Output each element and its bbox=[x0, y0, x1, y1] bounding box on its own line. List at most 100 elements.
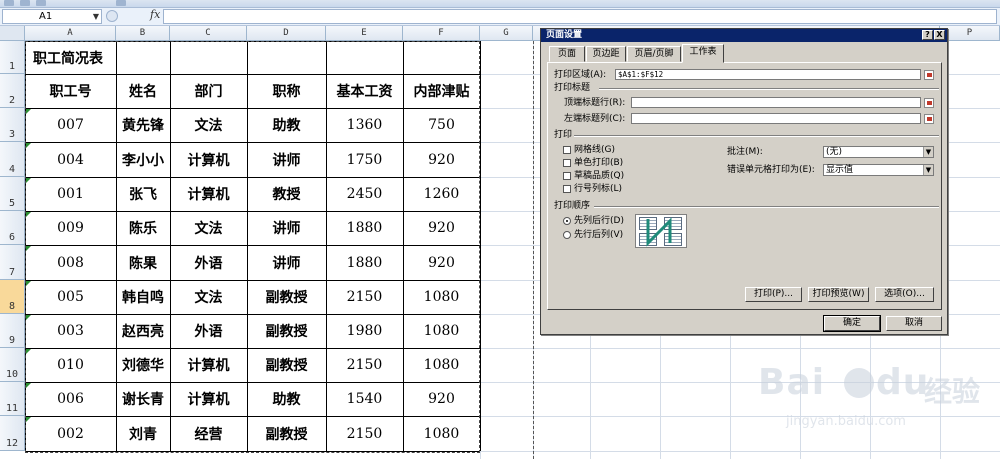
header-cell[interactable]: 职工号 bbox=[25, 74, 116, 108]
column-header[interactable]: B bbox=[116, 26, 170, 41]
table-cell[interactable]: 1880 bbox=[326, 211, 403, 245]
table-cell[interactable]: 张飞 bbox=[116, 177, 170, 211]
chevron-down-icon[interactable]: ▼ bbox=[93, 10, 99, 23]
over-then-down-radio[interactable] bbox=[563, 231, 571, 239]
table-cell[interactable]: 1750 bbox=[326, 142, 403, 177]
chevron-down-icon[interactable]: ▼ bbox=[923, 165, 933, 175]
table-cell[interactable]: 赵西亮 bbox=[116, 314, 170, 348]
table-cell[interactable]: 920 bbox=[403, 382, 480, 416]
table-cell[interactable]: 助教 bbox=[247, 382, 326, 416]
column-header[interactable]: C bbox=[170, 26, 247, 41]
table-cell[interactable]: 副教授 bbox=[247, 314, 326, 348]
table-cell[interactable]: 2150 bbox=[326, 280, 403, 314]
left-cols-input[interactable] bbox=[631, 113, 921, 124]
table-cell[interactable]: 001 bbox=[25, 177, 116, 211]
table-cell[interactable]: 1080 bbox=[403, 348, 480, 382]
table-cell[interactable]: 计算机 bbox=[170, 382, 247, 416]
table-cell[interactable]: 1080 bbox=[403, 280, 480, 314]
table-cell[interactable]: 外语 bbox=[170, 245, 247, 280]
error-indicator-icon[interactable] bbox=[26, 109, 31, 114]
row-header[interactable]: 9 bbox=[0, 314, 25, 348]
table-cell[interactable]: 1540 bbox=[326, 382, 403, 416]
table-cell[interactable]: 谢长青 bbox=[116, 382, 170, 416]
table-cell[interactable]: 002 bbox=[25, 416, 116, 451]
redo-icon[interactable] bbox=[36, 0, 46, 6]
column-header[interactable]: P bbox=[940, 26, 1000, 41]
row-header[interactable]: 10 bbox=[0, 348, 25, 382]
collapse-dialog-icon[interactable] bbox=[924, 114, 934, 124]
column-header[interactable]: E bbox=[326, 26, 403, 41]
table-cell[interactable]: 1980 bbox=[326, 314, 403, 348]
tab-margins[interactable]: 页边距 bbox=[586, 46, 626, 62]
table-cell[interactable]: 文法 bbox=[170, 211, 247, 245]
header-cell[interactable]: 部门 bbox=[170, 74, 247, 108]
table-cell[interactable]: 2150 bbox=[326, 348, 403, 382]
error-indicator-icon[interactable] bbox=[26, 143, 31, 148]
table-cell[interactable]: 920 bbox=[403, 245, 480, 280]
expand-icon[interactable] bbox=[106, 10, 118, 22]
column-header[interactable]: G bbox=[480, 26, 533, 41]
table-cell[interactable]: 黄先锋 bbox=[116, 108, 170, 142]
gridlines-checkbox[interactable] bbox=[563, 146, 571, 154]
ok-button[interactable]: 确定 bbox=[823, 315, 881, 332]
tab-sheet[interactable]: 工作表 bbox=[682, 44, 724, 63]
table-cell[interactable]: 010 bbox=[25, 348, 116, 382]
table-cell[interactable]: 刘青 bbox=[116, 416, 170, 451]
name-box[interactable]: A1 ▼ bbox=[2, 9, 102, 24]
table-cell[interactable]: 1260 bbox=[403, 177, 480, 211]
column-header[interactable]: D bbox=[247, 26, 326, 41]
undo-icon[interactable] bbox=[20, 0, 30, 6]
row-header[interactable]: 3 bbox=[0, 108, 25, 142]
table-cell[interactable]: 920 bbox=[403, 142, 480, 177]
comments-select[interactable]: (无) ▼ bbox=[823, 146, 934, 158]
table-cell[interactable]: 1360 bbox=[326, 108, 403, 142]
table-cell[interactable]: 003 bbox=[25, 314, 116, 348]
table-cell[interactable]: 006 bbox=[25, 382, 116, 416]
row-header[interactable]: 11 bbox=[0, 382, 25, 416]
table-cell[interactable]: 2150 bbox=[326, 416, 403, 451]
error-indicator-icon[interactable] bbox=[26, 178, 31, 183]
row-header[interactable]: 6 bbox=[0, 211, 25, 245]
error-indicator-icon[interactable] bbox=[26, 281, 31, 286]
table-cell[interactable]: 文法 bbox=[170, 108, 247, 142]
collapse-dialog-icon[interactable] bbox=[924, 70, 934, 80]
row-header[interactable]: 8 bbox=[0, 280, 25, 314]
table-cell[interactable]: 文法 bbox=[170, 280, 247, 314]
table-cell[interactable]: 副教授 bbox=[247, 416, 326, 451]
print-preview-icon[interactable] bbox=[116, 0, 126, 6]
table-cell[interactable]: 李小小 bbox=[116, 142, 170, 177]
black-white-checkbox[interactable] bbox=[563, 159, 571, 167]
table-cell[interactable]: 计算机 bbox=[170, 142, 247, 177]
column-header[interactable]: F bbox=[403, 26, 480, 41]
draft-quality-checkbox[interactable] bbox=[563, 172, 571, 180]
table-cell[interactable]: 750 bbox=[403, 108, 480, 142]
table-cell[interactable]: 韩自鸣 bbox=[116, 280, 170, 314]
table-cell[interactable]: 副教授 bbox=[247, 348, 326, 382]
help-button[interactable]: ? bbox=[922, 30, 933, 40]
row-col-headings-checkbox[interactable] bbox=[563, 185, 571, 193]
table-cell[interactable]: 讲师 bbox=[247, 245, 326, 280]
table-cell[interactable]: 刘德华 bbox=[116, 348, 170, 382]
select-all-corner[interactable] bbox=[0, 26, 25, 41]
table-cell[interactable]: 920 bbox=[403, 211, 480, 245]
print-preview-button[interactable]: 打印预览(W) bbox=[808, 287, 869, 302]
error-indicator-icon[interactable] bbox=[26, 349, 31, 354]
table-cell[interactable]: 外语 bbox=[170, 314, 247, 348]
row-header[interactable]: 4 bbox=[0, 142, 25, 177]
table-cell[interactable]: 005 bbox=[25, 280, 116, 314]
table-cell[interactable]: 009 bbox=[25, 211, 116, 245]
down-then-over-radio[interactable] bbox=[563, 217, 571, 225]
row-header[interactable]: 7 bbox=[0, 245, 25, 280]
row-header[interactable]: 1 bbox=[0, 41, 25, 74]
print-area-input[interactable]: $A$1:$F$12 bbox=[615, 69, 921, 80]
collapse-dialog-icon[interactable] bbox=[924, 98, 934, 108]
header-cell[interactable]: 职称 bbox=[247, 74, 326, 108]
row-header[interactable]: 5 bbox=[0, 177, 25, 211]
column-header[interactable]: A bbox=[25, 26, 116, 41]
header-cell[interactable]: 基本工资 bbox=[326, 74, 403, 108]
table-cell[interactable]: 讲师 bbox=[247, 211, 326, 245]
cancel-button[interactable]: 取消 bbox=[886, 316, 942, 331]
tab-page[interactable]: 页面 bbox=[549, 46, 585, 62]
table-cell[interactable]: 经营 bbox=[170, 416, 247, 451]
close-button[interactable]: X bbox=[934, 30, 945, 40]
